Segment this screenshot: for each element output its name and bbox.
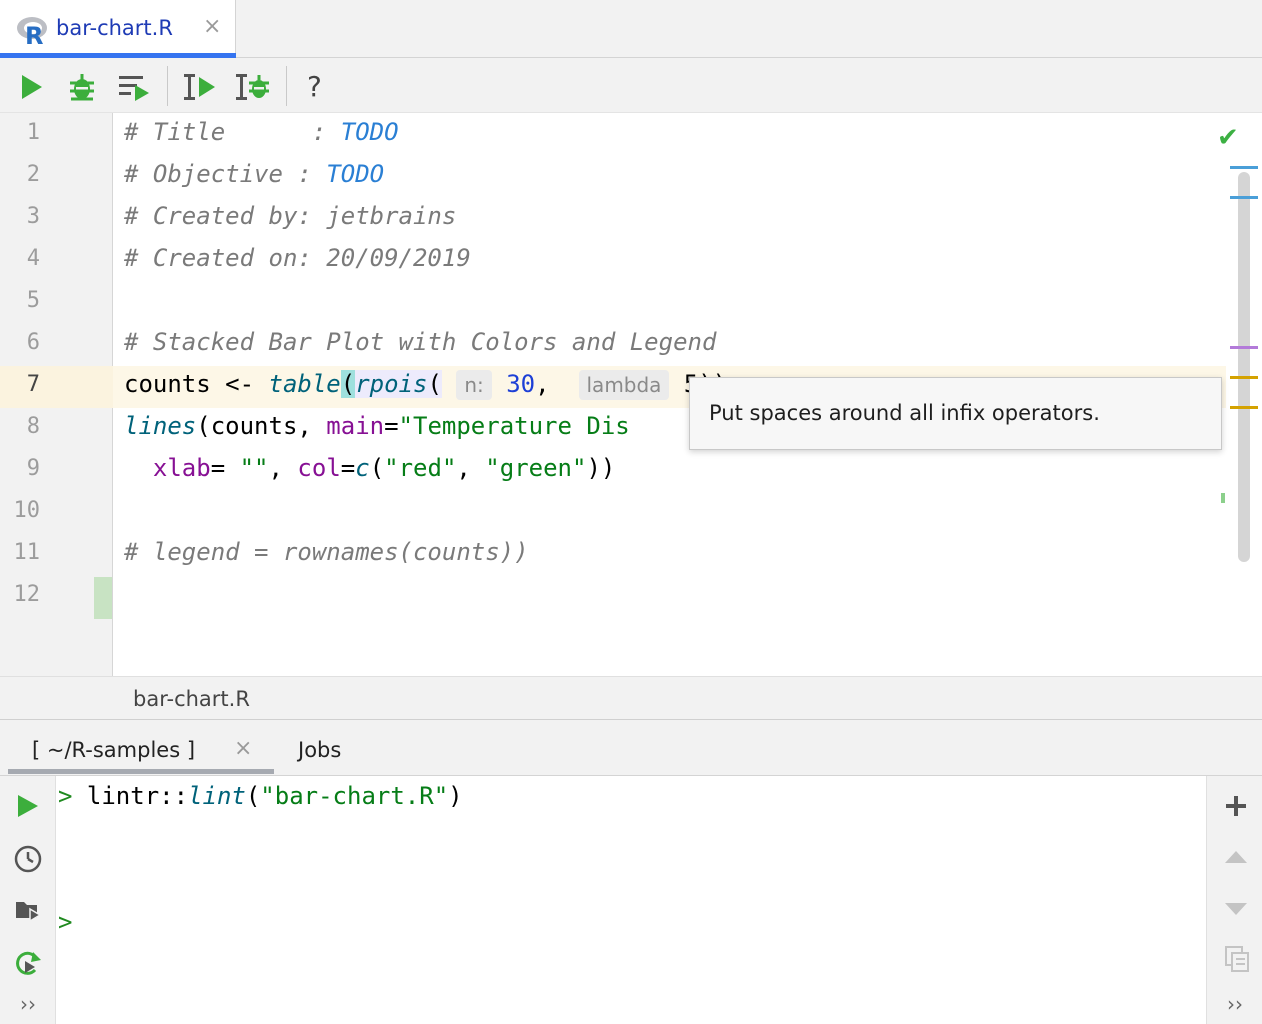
line-number: 4 — [26, 246, 40, 271]
breadcrumb[interactable]: bar-chart.R — [133, 687, 250, 711]
matched-brace: ( — [340, 370, 356, 398]
console-left-toolbar: ›› — [0, 776, 56, 1024]
r-logo-letter: R — [25, 22, 43, 47]
todo-marker[interactable] — [1230, 196, 1258, 199]
console-run-icon[interactable] — [15, 792, 41, 820]
editor-scrollbar[interactable] — [1238, 172, 1250, 562]
console-prompt: > — [58, 782, 73, 810]
attach-folder-icon[interactable] — [13, 896, 43, 926]
rerun-icon[interactable] — [13, 948, 43, 978]
console-input-line[interactable]: > — [58, 908, 72, 936]
debug-to-cursor-icon[interactable] — [235, 71, 271, 103]
change-stripe-marker — [1221, 493, 1225, 503]
no-problems-check-icon[interactable]: ✔ — [1217, 123, 1239, 153]
code-line-11[interactable]: # legend = rownames(counts)) — [124, 538, 529, 566]
tooltip-message: Put spaces around all infix operators. — [709, 401, 1100, 425]
toolbar-separator — [286, 66, 287, 106]
help-icon[interactable]: ? — [307, 70, 322, 103]
line-number: 3 — [26, 204, 40, 229]
toolbar-separator — [167, 66, 168, 106]
code-line-9[interactable]: xlab= "", col=c("red", "green")) — [124, 454, 615, 482]
line-number: 6 — [26, 330, 40, 355]
code-line-7[interactable]: counts <- table(rpois( n: 30, lambda 5)) — [124, 370, 727, 400]
highlight-marker[interactable] — [1230, 346, 1258, 349]
line-number: 8 — [26, 414, 40, 439]
copy-icon[interactable] — [1223, 944, 1251, 974]
code-line-1[interactable]: # Title : TODO — [124, 118, 399, 146]
more-actions-icon[interactable]: ›› — [1227, 992, 1243, 1016]
run-selection-icon[interactable] — [117, 71, 151, 103]
more-actions-icon[interactable]: ›› — [20, 992, 36, 1016]
code-line-6[interactable]: # Stacked Bar Plot with Colors and Legen… — [124, 328, 716, 356]
parameter-hint-n: n: — [456, 370, 492, 400]
scroll-up-icon[interactable] — [1223, 848, 1249, 866]
console-tab-bar: [ ~/R-samples ] × Jobs — [0, 720, 1262, 776]
close-icon[interactable]: × — [234, 736, 252, 761]
tab-bar-chart-r[interactable]: R bar-chart.R × — [0, 0, 236, 58]
code-line-3[interactable]: # Created by: jetbrains — [124, 202, 456, 230]
todo-marker[interactable] — [1230, 166, 1258, 169]
code-line-4[interactable]: # Created on: 20/09/2019 — [124, 244, 471, 272]
tab-close-icon[interactable]: × — [203, 14, 221, 39]
line-number: 9 — [26, 456, 40, 481]
line-number: 5 — [26, 288, 40, 313]
console-command-line[interactable]: > lintr::lint("bar-chart.R") — [58, 782, 463, 810]
line-number: 7 — [26, 372, 40, 397]
lint-tooltip: Put spaces around all infix operators. — [689, 377, 1222, 450]
warning-marker[interactable] — [1230, 376, 1258, 379]
tab-r-console[interactable]: [ ~/R-samples ] — [32, 738, 195, 762]
active-console-tab-indicator — [8, 769, 274, 774]
console-right-toolbar: ›› — [1206, 776, 1262, 1024]
r-language-icon: R — [17, 17, 47, 47]
line-number: 12 — [13, 582, 41, 607]
line-number: 10 — [13, 498, 41, 523]
run-to-cursor-icon[interactable] — [183, 71, 217, 103]
line-number: 1 — [26, 120, 40, 145]
history-clock-icon[interactable] — [13, 844, 43, 874]
warning-marker[interactable] — [1230, 406, 1258, 409]
debug-icon[interactable] — [66, 71, 98, 103]
run-icon[interactable] — [18, 72, 46, 102]
add-icon[interactable] — [1224, 794, 1248, 818]
code-line-8[interactable]: lines(counts, main="Temperature Dis — [124, 412, 630, 440]
line-number: 2 — [26, 162, 40, 187]
parameter-hint-lambda: lambda — [578, 370, 670, 400]
console-prompt: > — [58, 908, 73, 936]
line-number: 11 — [13, 540, 41, 565]
breadcrumb-bar: bar-chart.R — [0, 676, 1262, 720]
scroll-down-icon[interactable] — [1223, 900, 1249, 918]
code-line-2[interactable]: # Objective : TODO — [124, 160, 384, 188]
tab-jobs[interactable]: Jobs — [298, 738, 341, 762]
vcs-change-marker — [94, 577, 112, 619]
tab-title: bar-chart.R — [56, 16, 173, 40]
